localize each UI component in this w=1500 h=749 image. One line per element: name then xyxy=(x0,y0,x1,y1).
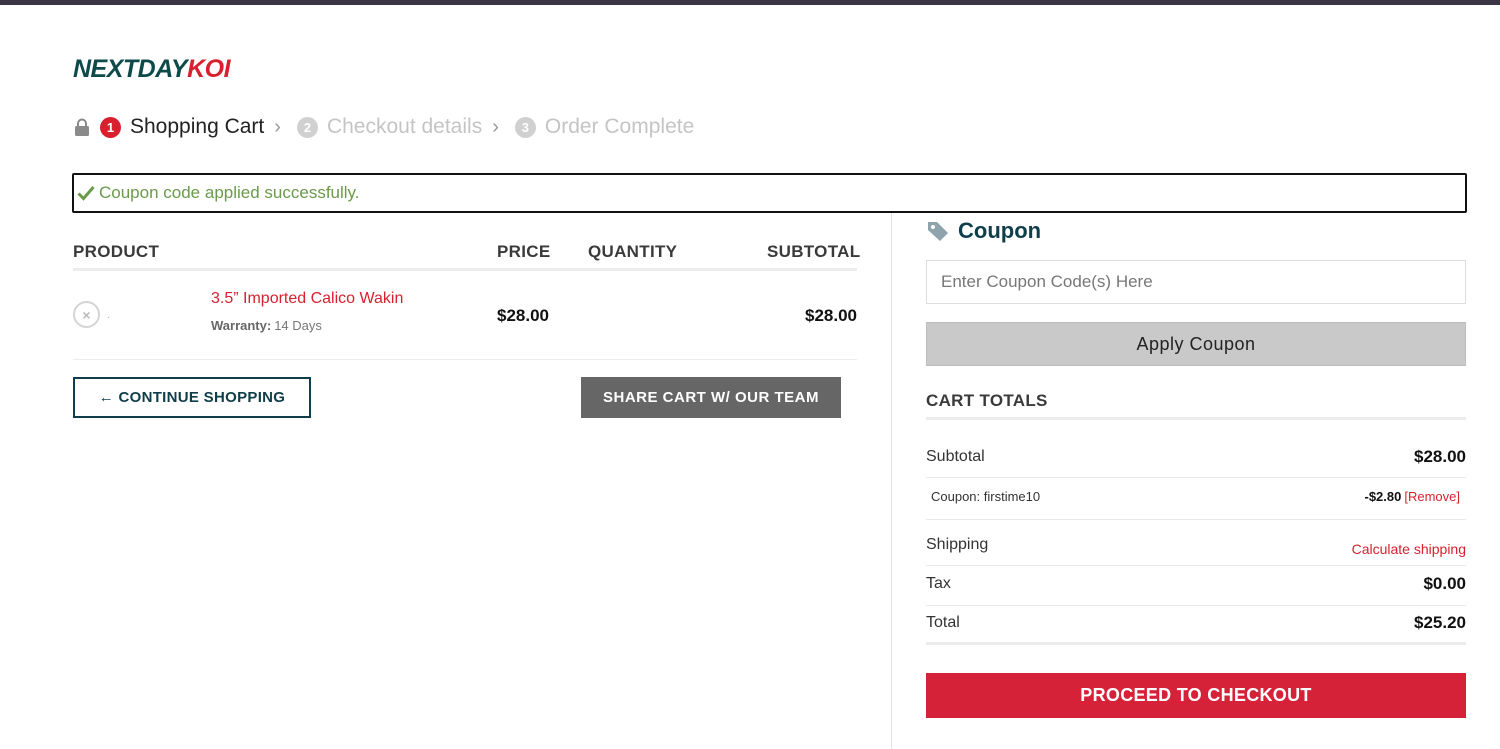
product-thumbnail[interactable]: · xyxy=(107,312,110,323)
checkmark-icon xyxy=(77,186,95,201)
step-number: 1 xyxy=(100,116,121,138)
step-number: 2 xyxy=(296,116,318,138)
total-row: Total $25.20 xyxy=(926,613,1466,632)
success-notice: Coupon code applied successfully. xyxy=(72,173,1467,213)
product-warranty: Warranty: 14 Days xyxy=(211,318,322,333)
checkout-steps: 1 Shopping Cart › 2 Checkout details › 3… xyxy=(74,112,694,142)
calculate-shipping-link[interactable]: Calculate shipping xyxy=(1352,541,1466,557)
product-name-link[interactable]: 3.5” Imported Calico Wakin xyxy=(211,290,403,308)
header-quantity: QUANTITY xyxy=(588,242,678,261)
step-label: Order Complete xyxy=(544,115,695,138)
coupon-row: Coupon: firstime10 -$2.80 [Remove] xyxy=(931,489,1460,504)
coupon-code-input[interactable] xyxy=(926,260,1466,304)
share-cart-button[interactable]: SHARE CART W/ OUR TEAM xyxy=(581,377,841,418)
column-divider xyxy=(891,213,892,749)
header-price: PRICE xyxy=(497,242,551,261)
header-divider xyxy=(73,268,857,271)
remove-item-icon[interactable]: × xyxy=(73,301,100,328)
totals-divider xyxy=(926,417,1466,420)
remove-coupon-link[interactable]: [Remove] xyxy=(1404,489,1460,504)
item-price: $28.00 xyxy=(497,306,549,325)
tax-row: Tax $0.00 xyxy=(926,574,1466,593)
coupon-header: Coupon xyxy=(926,218,1041,244)
shipping-row: Shipping Calculate shipping xyxy=(926,536,1466,557)
top-bar xyxy=(0,0,1500,5)
step-shopping-cart[interactable]: 1 Shopping Cart xyxy=(100,115,264,139)
header-product: PRODUCT xyxy=(73,242,160,261)
header-subtotal: SUBTOTAL xyxy=(767,242,861,261)
coupon-title: Coupon xyxy=(958,218,1042,243)
cart-totals-title: CART TOTALS xyxy=(926,391,1048,410)
tag-icon xyxy=(928,222,948,241)
step-label: Checkout details xyxy=(326,115,483,138)
apply-coupon-button[interactable]: Apply Coupon xyxy=(926,322,1466,366)
row-divider xyxy=(73,359,857,360)
logo[interactable]: NEXTDAYKOI xyxy=(73,55,231,84)
step-label: Shopping Cart xyxy=(130,115,265,138)
chevron-right-icon: › xyxy=(492,115,499,138)
chevron-right-icon: › xyxy=(274,115,281,138)
step-checkout-details[interactable]: 2 Checkout details xyxy=(296,115,483,139)
subtotal-row: Subtotal $28.00 xyxy=(926,447,1466,466)
step-order-complete[interactable]: 3 Order Complete xyxy=(514,115,695,139)
notice-text: Coupon code applied successfully. xyxy=(99,183,360,202)
continue-shopping-button[interactable]: ← CONTINUE SHOPPING xyxy=(73,377,311,418)
proceed-to-checkout-button[interactable]: PROCEED TO CHECKOUT xyxy=(926,673,1466,718)
item-subtotal: $28.00 xyxy=(805,306,857,325)
step-number: 3 xyxy=(514,116,536,138)
lock-icon xyxy=(75,118,89,136)
